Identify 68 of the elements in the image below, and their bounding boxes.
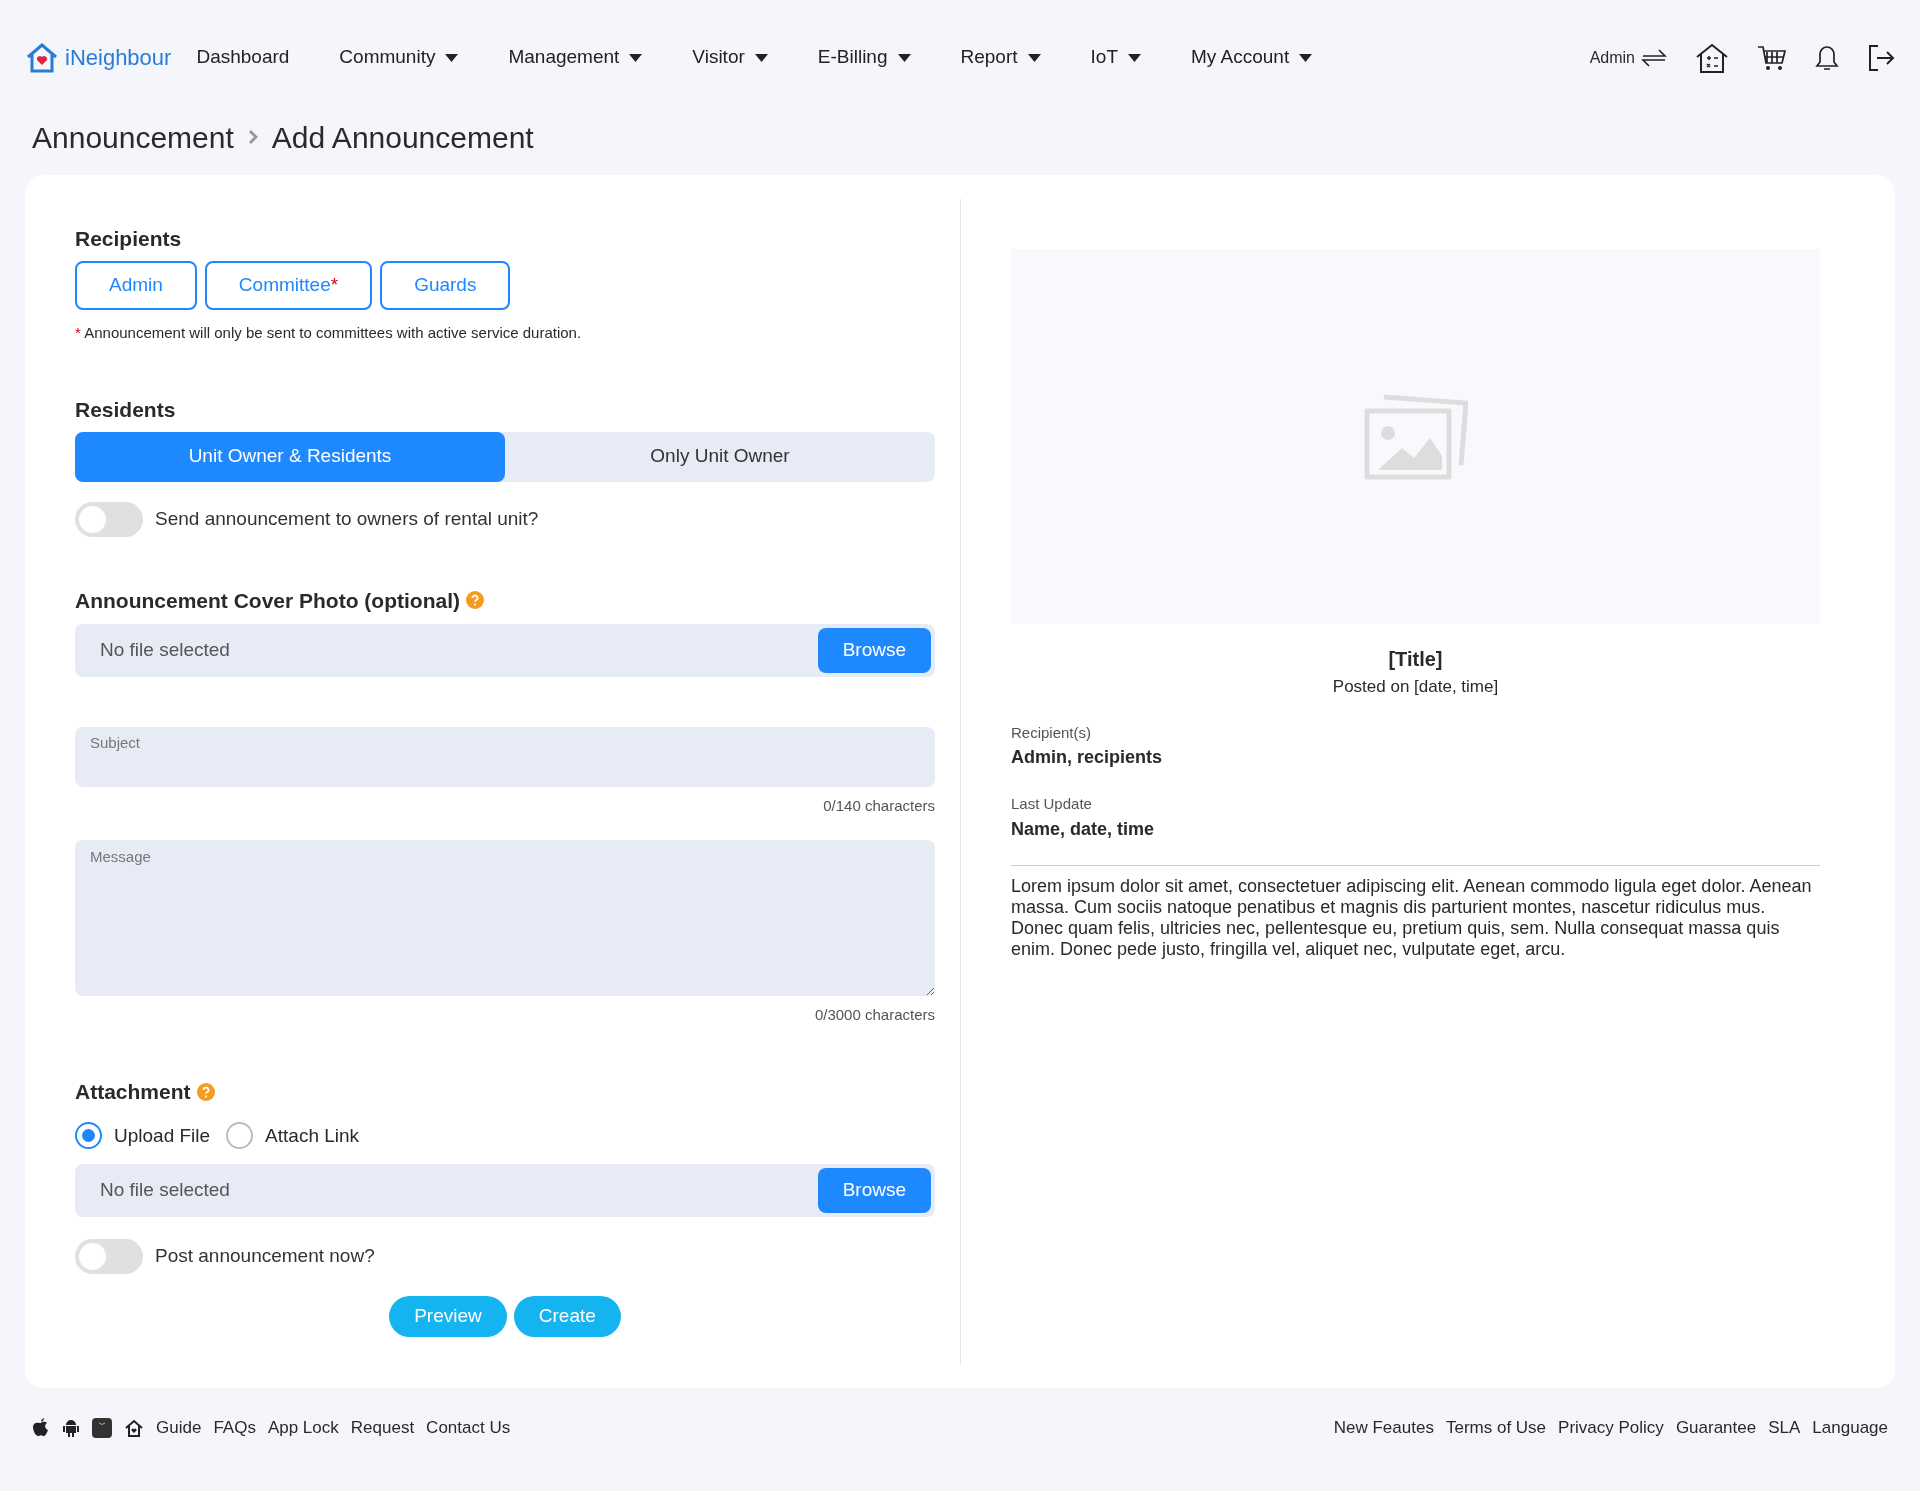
recipient-button[interactable]: Committee*: [204, 260, 373, 310]
footer-link[interactable]: Language: [1812, 1415, 1888, 1441]
nav-menu-item[interactable]: Community: [339, 43, 459, 72]
nav-menu-item[interactable]: Dashboard: [196, 43, 290, 72]
app-store-icon[interactable]: [92, 1418, 112, 1438]
nav-menu-item[interactable]: Visitor: [692, 43, 768, 72]
segment-option[interactable]: Only Unit Owner: [505, 431, 935, 482]
radio-button[interactable]: [226, 1122, 254, 1150]
footer-link[interactable]: Guide: [156, 1415, 202, 1441]
section-heading: Residents: [75, 397, 177, 423]
file-status: No file selected: [100, 1178, 230, 1203]
section-heading: Announcement Cover Photo (optional): [75, 587, 460, 614]
nav-menu-item[interactable]: IoT: [1090, 43, 1141, 72]
chevron-icon: [247, 129, 258, 145]
subject-field[interactable]: Subject: [75, 727, 935, 787]
toggle-label: Post announcement now?: [155, 1244, 375, 1269]
toggle-switch[interactable]: [75, 1239, 143, 1274]
footer-link[interactable]: SLA: [1768, 1415, 1801, 1441]
preview-body: Lorem ipsum dolor sit amet, consectetuer adipiscing elit. Aenean commodo ligula eget dolor. Aenean massa. Cum sociis natoque penatibus et magnis dis parturient montes, nascetur ridiculus mus. Donec quam felis, ultricies nec, pellentesque eu, pretium quis, sem. Nulla consequat massa quis enim. Donec pede justo, fringilla vel, aliquet nec, vulputate eget, arcu.: [1011, 875, 1813, 960]
android-icon[interactable]: [62, 1418, 80, 1438]
recipient-button[interactable]: Guards: [380, 260, 511, 310]
preview-field-label: Last Update: [1011, 794, 1093, 814]
radio-label: Upload File: [114, 1123, 211, 1148]
footer-link[interactable]: New Feautes: [1333, 1415, 1434, 1441]
footer-link[interactable]: Request: [350, 1415, 415, 1441]
preview-field-value: Admin, recipients: [1011, 746, 1164, 769]
section-heading: Recipients: [75, 226, 183, 252]
logo-icon: [25, 42, 59, 73]
footer-link[interactable]: Terms of Use: [1445, 1415, 1547, 1441]
toggle-switch[interactable]: [75, 501, 143, 537]
nav-menu-item[interactable]: Management: [508, 43, 643, 72]
apple-icon[interactable]: [32, 1418, 50, 1438]
radio-label: Attach Link: [265, 1123, 360, 1148]
footer-link[interactable]: Guarantee: [1675, 1415, 1757, 1441]
preview-field-label: Recipient(s): [1011, 722, 1093, 743]
switch-role-button[interactable]: Admin: [1589, 45, 1667, 70]
page-title: Add Announcement: [271, 119, 534, 156]
preview-posted-date: Posted on [date, time]: [1332, 676, 1499, 698]
file-field[interactable]: No file selected Browse: [75, 624, 935, 677]
footer-link[interactable]: Privacy Policy: [1558, 1415, 1664, 1441]
home-icon[interactable]: [124, 1418, 144, 1438]
footer-link[interactable]: FAQs: [213, 1415, 256, 1441]
file-status: No file selected: [100, 638, 230, 663]
radio-button[interactable]: [75, 1122, 102, 1150]
swap-arrows-icon: [1641, 47, 1667, 68]
nav-menu-item[interactable]: My Account: [1191, 43, 1313, 72]
character-counter: 0/140 characters: [823, 796, 935, 816]
preview-title: [Title]: [1388, 647, 1443, 672]
cart-icon[interactable]: [1757, 43, 1787, 72]
brand-name: iNeighbour: [65, 44, 172, 72]
breadcrumb-link[interactable]: Announcement: [32, 114, 234, 160]
help-icon: [466, 591, 484, 610]
footer-link[interactable]: App Lock: [267, 1415, 339, 1441]
nav-menu-item[interactable]: E-Billing: [817, 43, 911, 72]
file-field[interactable]: No file selected Browse: [75, 1164, 935, 1217]
nav-menu-item[interactable]: Report: [960, 43, 1041, 72]
help-icon: [196, 1082, 215, 1101]
recipient-note: * Announcement will only be sent to committees with active service duration.: [75, 322, 583, 343]
character-counter: 0/3000 characters: [814, 1004, 935, 1025]
footer-link[interactable]: Contact Us: [426, 1415, 511, 1441]
image-placeholder-icon: [1363, 392, 1468, 481]
logout-icon[interactable]: [1867, 43, 1895, 72]
bell-icon[interactable]: [1815, 43, 1839, 72]
toggle-label: Send announcement to owners of rental unit?: [155, 506, 539, 531]
preview-field-value: Name, date, time: [1011, 817, 1156, 841]
house-calculator-icon[interactable]: [1695, 42, 1729, 73]
section-heading: Attachment: [75, 1079, 191, 1105]
message-field[interactable]: Message: [75, 839, 935, 996]
